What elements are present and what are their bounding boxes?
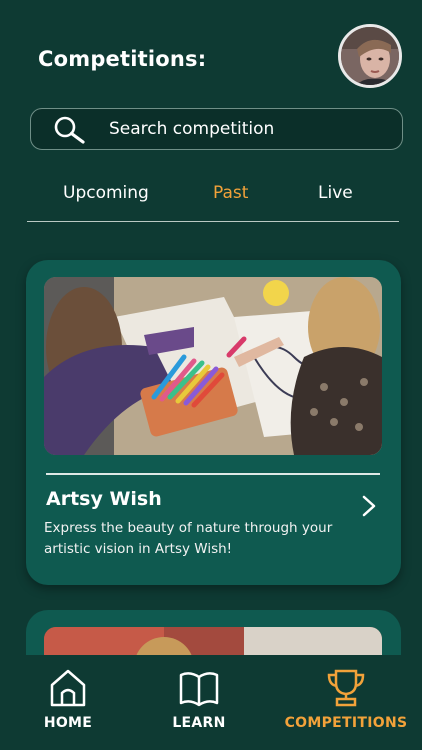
tab-past[interactable]: Past <box>213 183 248 203</box>
nav-competitions[interactable]: COMPETITIONS <box>284 667 408 731</box>
tab-live[interactable]: Live <box>318 183 353 203</box>
nav-learn[interactable]: LEARN <box>170 667 228 731</box>
nav-competitions-label: COMPETITIONS <box>284 715 408 731</box>
competition-card[interactable]: Artsy Wish Express the beauty of nature … <box>26 260 401 585</box>
avatar-photo <box>341 27 399 85</box>
search-icon <box>54 116 85 144</box>
home-icon <box>50 669 86 707</box>
kids-drawing-photo <box>44 277 382 455</box>
avatar[interactable] <box>338 24 402 88</box>
nav-home-label: HOME <box>43 715 93 731</box>
bottom-nav: HOME LEARN COMPETITIONS <box>0 655 422 750</box>
search-input[interactable] <box>109 109 379 149</box>
book-icon <box>179 672 219 707</box>
page-title: Competitions: <box>38 47 207 71</box>
trophy-icon <box>327 669 365 707</box>
tab-bar: Upcoming Past Live <box>27 180 399 222</box>
chevron-right-icon[interactable] <box>359 492 379 520</box>
search-bar[interactable] <box>30 108 403 150</box>
card-title: Artsy Wish <box>46 488 162 510</box>
competition-image <box>44 277 382 455</box>
nav-learn-label: LEARN <box>172 715 226 731</box>
nav-home[interactable]: HOME <box>42 667 94 731</box>
card-divider <box>46 473 380 475</box>
tab-upcoming[interactable]: Upcoming <box>63 183 149 203</box>
card-description: Express the beauty of nature through you… <box>44 520 333 557</box>
